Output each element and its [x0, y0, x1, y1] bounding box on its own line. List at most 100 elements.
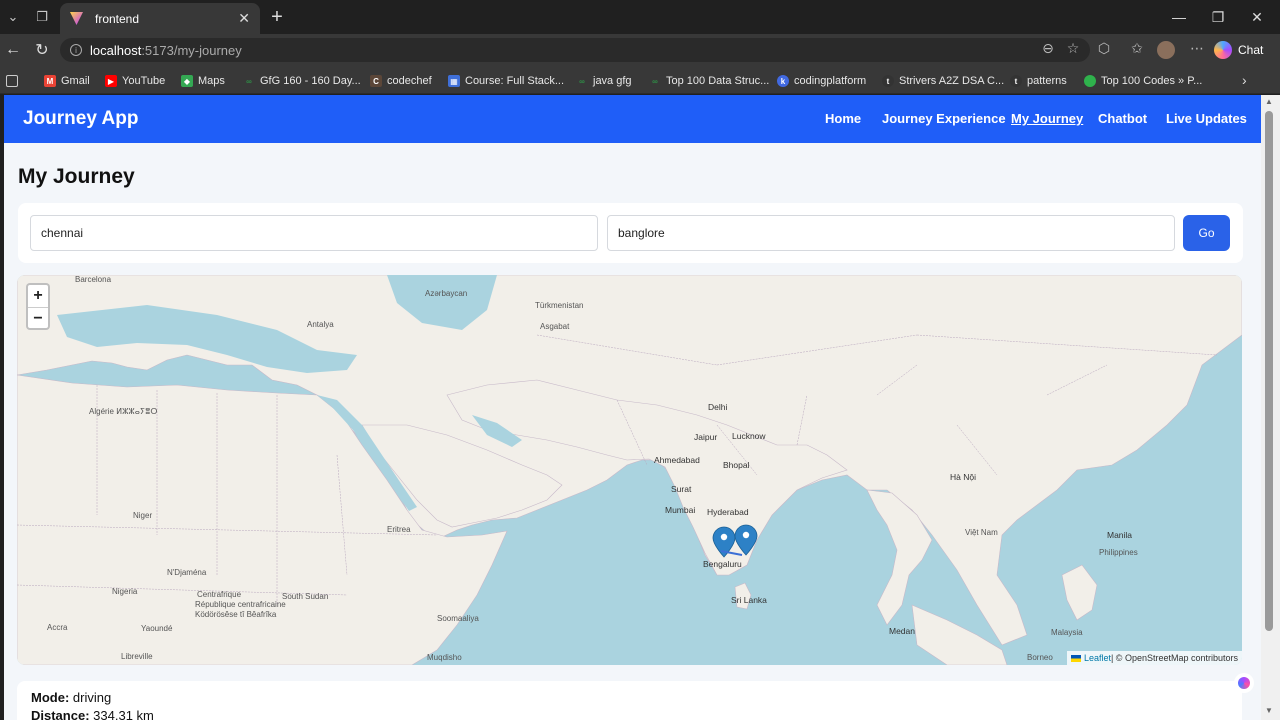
reload-icon[interactable]: ↻	[31, 40, 53, 60]
bookmark-gfg-160[interactable]: ∞ GfG 160 - 160 Day...	[243, 73, 361, 89]
bookmark-java-gfg[interactable]: ∞ java gfg	[576, 73, 632, 89]
site-info-icon[interactable]: i	[70, 44, 82, 56]
tab-title: frontend	[95, 11, 140, 26]
mode-row: Mode: driving	[31, 690, 111, 705]
route-map[interactable]: Türkmenistan Azərbaycan Asgabat Antalya …	[17, 275, 1242, 665]
map-label: Centrafrique	[197, 590, 242, 599]
vite-favicon-icon	[70, 12, 83, 25]
bookmark-youtube[interactable]: ▶ YouTube	[105, 73, 165, 89]
map-label: Lucknow	[732, 431, 766, 441]
tuf-icon: t	[882, 75, 894, 87]
copilot-chat-button[interactable]: Chat	[1214, 39, 1263, 61]
go-button[interactable]: Go	[1183, 215, 1230, 251]
more-menu-icon[interactable]: ⋯	[1187, 38, 1207, 58]
attribution-text: | © OpenStreetMap contributors	[1110, 653, 1238, 663]
map-label: Azərbaycan	[425, 289, 468, 298]
favorite-star-icon[interactable]: ☆	[1063, 38, 1083, 58]
map-label: Türkmenistan	[535, 301, 584, 310]
bookmark-label: Top 100 Codes » P...	[1101, 75, 1203, 87]
map-label: Ahmedabad	[654, 455, 700, 465]
bookmark-label: GfG 160 - 160 Day...	[260, 75, 361, 87]
assistant-fab-icon[interactable]	[1234, 673, 1254, 693]
close-tab-icon[interactable]: ✕	[238, 10, 250, 27]
reading-list-icon[interactable]	[6, 73, 23, 89]
map-label: Accra	[47, 623, 68, 632]
map-label: Nigeria	[112, 587, 138, 596]
bookmark-gmail[interactable]: M Gmail	[44, 73, 90, 89]
bookmark-strivers[interactable]: t Strivers A2Z DSA C...	[882, 73, 1004, 89]
map-label: Niger	[133, 511, 153, 520]
map-label: Mumbai	[665, 505, 696, 515]
profile-avatar[interactable]	[1157, 41, 1175, 59]
nav-live-updates[interactable]: Live Updates	[1166, 111, 1247, 126]
bookmark-patterns[interactable]: t patterns	[1010, 73, 1067, 89]
bookmark-label: java gfg	[593, 75, 632, 87]
restore-icon[interactable]: ❐	[1206, 6, 1230, 28]
map-label: N'Djaména	[167, 568, 207, 577]
map-label: Barcelona	[75, 275, 112, 284]
map-label: Jaipur	[694, 432, 718, 442]
ukraine-flag-icon	[1070, 654, 1081, 662]
bookmark-codechef[interactable]: Ccodechef	[370, 73, 432, 89]
gmail-icon: M	[44, 75, 56, 87]
page-viewport: Journey App Home Journey Experience My J…	[4, 95, 1261, 720]
url-host: localhost	[90, 42, 142, 58]
bookmark-course[interactable]: ▦ Course: Full Stack...	[448, 73, 564, 89]
scroll-down-arrow-icon[interactable]: ▼	[1265, 706, 1273, 715]
tab-list-icon[interactable]: ⌄	[2, 6, 24, 28]
nav-chatbot[interactable]: Chatbot	[1098, 111, 1147, 126]
bookmarks-overflow-chevron-icon[interactable]: ›	[1242, 72, 1247, 88]
page-scrollbar[interactable]: ▲ ▼	[1261, 95, 1280, 720]
map-label: Libreville	[121, 652, 153, 661]
close-window-icon[interactable]: ✕	[1245, 6, 1269, 28]
codingplatform-icon: k	[777, 75, 789, 87]
leaflet-link[interactable]: Leaflet	[1084, 653, 1111, 663]
bookmark-top-100-codes[interactable]: Top 100 Codes » P...	[1084, 73, 1202, 89]
bookmark-label: patterns	[1027, 75, 1067, 87]
app-navbar: Journey App Home Journey Experience My J…	[4, 95, 1261, 143]
scroll-up-arrow-icon[interactable]: ▲	[1265, 97, 1273, 106]
zoom-out-page-icon[interactable]: ⊖	[1038, 38, 1058, 58]
bookmarks-bar: M Gmail ▶ YouTube ◆ Maps ∞ GfG 160 - 160 Day…	[0, 66, 1280, 94]
map-label: Sri Lanka	[731, 595, 767, 605]
map-label: Delhi	[708, 402, 728, 412]
workspaces-icon[interactable]: ❐	[31, 6, 53, 28]
map-label: Manila	[1107, 530, 1133, 540]
minimize-icon[interactable]: —	[1167, 6, 1191, 28]
map-label: République centrafricaine	[195, 600, 286, 609]
route-search-card: Go	[18, 203, 1243, 263]
app-brand[interactable]: Journey App	[23, 108, 138, 130]
bookmark-codingplatform[interactable]: k codingplatform	[777, 73, 866, 89]
nav-journey-experience[interactable]: Journey Experience	[882, 111, 1006, 126]
gfg-icon: ∞	[579, 76, 585, 86]
to-location-input[interactable]	[607, 215, 1175, 251]
map-label: Eritrea	[387, 525, 411, 534]
course-icon: ▦	[448, 75, 460, 87]
distance-value: 334.31 km	[93, 708, 154, 720]
journey-info-card: Mode: driving Distance: 334.31 km	[17, 681, 1242, 720]
nav-home[interactable]: Home	[825, 111, 861, 126]
bookmark-maps[interactable]: ◆ Maps	[181, 73, 225, 89]
browser-tab[interactable]: frontend ✕	[60, 3, 260, 34]
map-label: Việt Nam	[965, 528, 998, 537]
nav-my-journey[interactable]: My Journey	[1011, 111, 1083, 126]
map-label: Ködörösêse tî Bêafrîka	[195, 610, 277, 619]
favorites-icon[interactable]: ✩	[1127, 38, 1147, 58]
top100-icon	[1084, 75, 1096, 87]
scroll-thumb[interactable]	[1265, 111, 1273, 631]
bookmark-label: Course: Full Stack...	[465, 75, 565, 87]
zoom-out-button[interactable]: −	[28, 307, 48, 329]
maps-icon: ◆	[181, 75, 193, 87]
from-location-input[interactable]	[30, 215, 598, 251]
distance-label: Distance:	[31, 708, 90, 720]
bookmark-top-100-ds[interactable]: ∞ Top 100 Data Struc...	[649, 73, 769, 89]
map-label: Medan	[889, 626, 915, 636]
url-input[interactable]: i localhost:5173/my-journey	[60, 38, 1090, 62]
zoom-in-button[interactable]: +	[28, 285, 48, 307]
back-icon[interactable]: ←	[2, 40, 24, 60]
browser-tab-bar: ⌄ ❐ frontend ✕ + — ❐ ✕	[0, 0, 1280, 34]
new-tab-button[interactable]: +	[266, 6, 288, 28]
extensions-icon[interactable]: ⬡	[1094, 38, 1114, 58]
map-label: Bengaluru	[703, 559, 742, 569]
copilot-icon	[1214, 41, 1232, 59]
